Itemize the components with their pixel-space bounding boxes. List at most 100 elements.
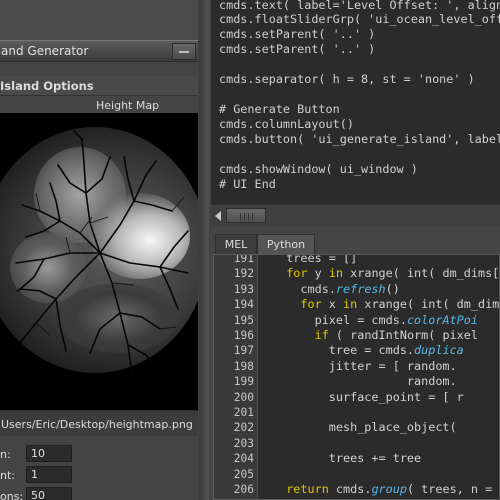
code-function: duplica: [414, 343, 464, 358]
grip-line: [248, 213, 249, 220]
image-path-field[interactable]: Users/Eric/Desktop/heightmap.png: [0, 410, 198, 436]
line-number: 197: [233, 344, 254, 358]
history-line: # Generate Button: [219, 102, 340, 116]
line-number: 202: [233, 421, 254, 435]
history-line: cmds.setParent( '..' ): [219, 42, 376, 56]
heightmap-label: Height Map: [96, 99, 160, 112]
code-token: (): [385, 281, 400, 296]
window-divider: [199, 0, 209, 500]
line-number: 195: [233, 313, 254, 327]
code-line: random.: [329, 374, 457, 388]
code-token: x: [321, 297, 344, 312]
history-line: cmds.separator( h = 8, st = 'none' ): [219, 72, 475, 86]
code-line: tree = cmds.duplica: [329, 343, 464, 357]
code-token: jitter = [ random.: [328, 358, 457, 373]
line-number: 191: [233, 254, 254, 265]
island-options-frame-header[interactable]: Island Options: [0, 76, 198, 96]
window-titlebar[interactable]: and Generator: [0, 40, 198, 62]
tab-python[interactable]: Python: [257, 234, 315, 254]
line-number: 198: [233, 359, 254, 373]
line-number-gutter: 191 192 193 194 195 196 197 198 199 200 201 202 203 2…: [214, 254, 258, 499]
code-function: group: [371, 482, 407, 496]
code-line: surface_point = [ r: [329, 390, 464, 404]
code-keyword: in: [328, 266, 344, 281]
line-number: 196: [233, 329, 254, 342]
line-number: 205: [233, 467, 254, 481]
horizontal-scrollbar[interactable]: [211, 204, 500, 226]
field-label: nt:: [0, 469, 15, 482]
scrollbar-thumb[interactable]: [226, 208, 266, 223]
code-token: ( randIntNorm( pixel: [328, 328, 478, 342]
field-label: n:: [0, 448, 11, 461]
grip-line: [240, 213, 241, 220]
minimize-button[interactable]: [172, 43, 196, 60]
code-line: return cmds.group( trees, n =: [286, 482, 492, 496]
number-field[interactable]: 1: [26, 466, 72, 483]
heightmap-erosion-ridges: [15, 130, 189, 376]
line-number: 192: [233, 267, 254, 281]
code-function: colorAtPoi: [406, 312, 478, 327]
history-line: cmds.button( 'ui_generate_island', label…: [219, 132, 500, 146]
code-editor[interactable]: 191 192 193 194 195 196 197 198 199 200 201 202 203 2…: [213, 254, 500, 500]
history-line: cmds.setParent( '..' ): [219, 27, 376, 41]
grip-line: [244, 213, 245, 220]
code-token: xrange( int( dm_dims[1: [343, 266, 500, 281]
code-token: xrange( int( dm_dim: [357, 297, 500, 312]
code-line: cmds.refresh(): [300, 282, 399, 296]
frame-title: Island Options: [0, 79, 94, 93]
code-token: tree = cmds.: [328, 343, 415, 358]
line-number: 203: [233, 436, 254, 450]
line-number: 199: [233, 375, 254, 389]
code-line: for x in xrange( int( dm_dim: [300, 297, 499, 311]
code-keyword: for: [286, 266, 308, 281]
code-token: mesh_place_object(: [328, 420, 457, 435]
window-title: and Generator: [1, 44, 89, 58]
code-line: trees = []: [286, 254, 358, 265]
history-line: cmds.showWindow( ui_window ): [219, 162, 418, 176]
code-line: pixel = cmds.colorAtPoi: [315, 313, 478, 327]
code-token: ( trees, n =: [406, 482, 493, 496]
number-field[interactable]: 10: [26, 445, 72, 462]
code-keyword: in: [343, 297, 358, 312]
code-token: cmds.: [328, 482, 372, 496]
code-line: if ( randIntNorm( pixel: [315, 328, 478, 342]
window-top-area: [0, 0, 198, 40]
field-label: ons:: [0, 490, 24, 500]
tab-mel[interactable]: MEL: [215, 234, 257, 254]
code-line: jitter = [ random.: [329, 359, 457, 373]
minimize-icon: [179, 51, 189, 53]
history-line: # UI End: [219, 177, 276, 191]
code-token: random.: [328, 374, 457, 389]
line-number: 200: [233, 390, 254, 404]
island-generator-window: and Generator Island Options Height Map: [0, 0, 198, 500]
grip-line: [252, 213, 253, 220]
line-number: 204: [233, 452, 254, 466]
code-line: mesh_place_object(: [329, 420, 457, 434]
editor-tab-bar: MEL Python: [209, 226, 500, 254]
code-token: cmds.: [300, 281, 336, 296]
image-path-text: Users/Eric/Desktop/heightmap.png: [1, 418, 193, 431]
line-number: 194: [233, 298, 254, 312]
code-token: surface_point = [ r: [328, 389, 464, 404]
history-line: cmds.text( label='Level Offset: ', align: [219, 0, 500, 12]
history-line: cmds.columnLayout(): [219, 117, 354, 131]
line-number: 193: [233, 282, 254, 296]
code-token: y: [307, 266, 329, 281]
code-line: for y in xrange( int( dm_dims[1: [286, 266, 500, 281]
code-token: trees += tree: [328, 451, 422, 466]
script-editor: cmds.text( label='Level Offset: ', align…: [209, 0, 500, 500]
history-line: cmds.floatSliderGrp( 'ui_ocean_level_off: [219, 12, 500, 26]
code-token: pixel = cmds.: [314, 312, 407, 327]
code-function: refresh: [335, 281, 386, 296]
code-keyword: for: [300, 297, 322, 312]
code-line: trees += tree: [329, 451, 421, 465]
code-keyword: return: [286, 482, 329, 496]
heightmap-image: [0, 113, 198, 410]
line-number: 201: [233, 406, 254, 419]
code-keyword: if: [314, 328, 329, 342]
code-token: trees = []: [286, 254, 358, 265]
scroll-left-arrow-icon[interactable]: [215, 211, 221, 221]
line-number: 206: [233, 483, 254, 496]
history-pane[interactable]: cmds.text( label='Level Offset: ', align…: [211, 0, 500, 204]
number-field[interactable]: 50: [26, 487, 72, 500]
